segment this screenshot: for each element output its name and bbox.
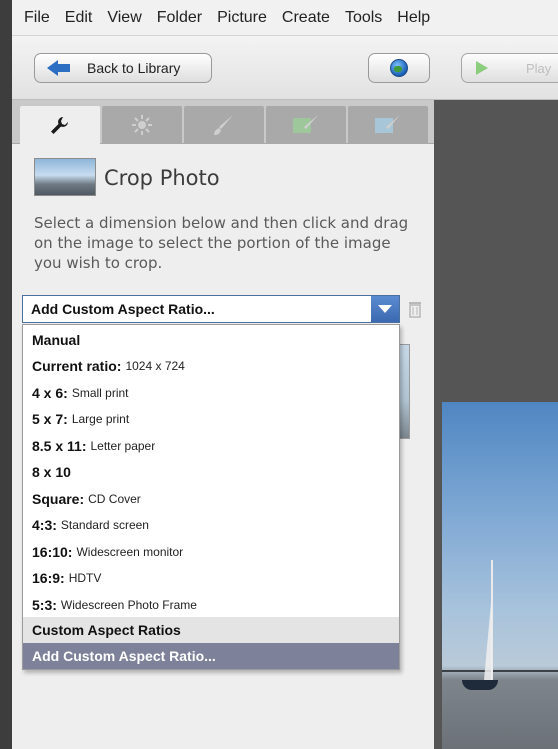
option-label: 16:10: [32,544,73,560]
aspect-ratio-select-value: Add Custom Aspect Ratio... [31,301,215,317]
aspect-option-manual[interactable]: Manual [23,327,399,353]
back-to-library-button[interactable]: Back to Library [34,53,212,83]
brush-icon [214,115,233,135]
toolbar: Back to Library Play [12,36,558,100]
option-label: 8 x 10 [32,464,71,480]
option-label: 8.5 x 11: [32,438,87,454]
tab-more-effects[interactable] [266,106,346,144]
option-detail: Large print [71,412,130,426]
edit-tabs [12,100,434,145]
photo-canvas[interactable] [434,100,558,749]
crop-photo-icon [34,158,96,196]
sun-icon [132,115,152,135]
play-button-label: Play [526,60,552,76]
window-border [0,0,12,749]
menu-help[interactable]: Help [397,9,430,27]
aspect-option-16-10[interactable]: 16:10: Widescreen monitor [23,539,399,565]
play-icon [476,61,488,75]
aspect-option-8x10[interactable]: 8 x 10 [23,459,399,485]
option-detail: Widescreen Photo Frame [60,598,197,612]
aspect-option-5x7[interactable]: 5 x 7: Large print [23,406,399,432]
tab-effects[interactable] [184,106,264,144]
web-share-button[interactable] [368,53,430,83]
aspect-option-8-5x11[interactable]: 8.5 x 11: Letter paper [23,433,399,459]
option-label: 16:9: [32,570,65,586]
option-label: 5:3: [32,597,57,613]
option-label: Add Custom Aspect Ratio... [32,648,216,664]
option-label: Current ratio: [32,358,122,374]
wrench-icon [51,116,68,134]
option-label: Square: [32,491,85,507]
aspect-ratio-dropdown: Manual Current ratio: 1024 x 724 4 x 6: … [22,324,400,670]
tab-extra-effects[interactable] [348,106,428,144]
horizon-line [442,670,558,672]
option-detail: HDTV [68,571,102,585]
chevron-down-icon[interactable] [371,296,399,322]
aspect-option-4x6[interactable]: 4 x 6: Small print [23,380,399,406]
edit-panel: Crop Photo Select a dimension below and … [12,100,434,749]
option-detail: CD Cover [88,492,141,506]
option-label: 4 x 6: [32,385,68,401]
play-button[interactable]: Play [461,53,558,83]
menu-folder[interactable]: Folder [157,9,202,27]
option-detail: 1024 x 724 [125,359,185,373]
menu-create[interactable]: Create [282,9,330,27]
menu-picture[interactable]: Picture [217,9,267,27]
aspect-option-square[interactable]: Square: CD Cover [23,486,399,512]
globe-icon [390,59,408,77]
menu-file[interactable]: File [24,9,50,27]
menu-edit[interactable]: Edit [65,9,93,27]
add-custom-aspect-ratio-option[interactable]: Add Custom Aspect Ratio... [23,643,399,669]
aspect-option-5-3[interactable]: 5:3: Widescreen Photo Frame [23,592,399,618]
panel-title: Crop Photo [104,166,220,190]
sailboat-hull [462,680,498,690]
option-detail: Widescreen monitor [76,545,184,559]
effects-brush-alt-icon [375,115,400,133]
aspect-option-4-3[interactable]: 4:3: Standard screen [23,512,399,538]
option-detail: Small print [71,386,129,400]
tab-basic-fixes[interactable] [20,106,100,145]
tab-tuning[interactable] [102,106,182,144]
trash-icon[interactable] [408,300,422,318]
photo-image[interactable] [442,402,558,749]
aspect-ratio-select[interactable]: Add Custom Aspect Ratio... [22,295,400,323]
aspect-option-16-9[interactable]: 16:9: HDTV [23,565,399,591]
option-label: Manual [32,332,81,348]
aspect-option-current-ratio[interactable]: Current ratio: 1024 x 724 [23,353,399,379]
crop-instructions: Select a dimension below and then click … [34,214,409,272]
sailboat-sail [484,592,492,680]
option-detail: Letter paper [90,439,156,453]
option-detail: Standard screen [60,518,149,532]
custom-ratios-section-header: Custom Aspect Ratios [23,617,399,643]
effects-brush-icon [293,115,318,133]
menu-bar: File Edit View Folder Picture Create Too… [12,0,558,36]
option-label: 5 x 7: [32,411,68,427]
back-button-label: Back to Library [87,60,181,76]
option-label: 4:3: [32,517,57,533]
menu-tools[interactable]: Tools [345,9,382,27]
menu-view[interactable]: View [107,9,141,27]
back-arrow-icon [47,60,71,76]
section-label: Custom Aspect Ratios [32,622,181,638]
